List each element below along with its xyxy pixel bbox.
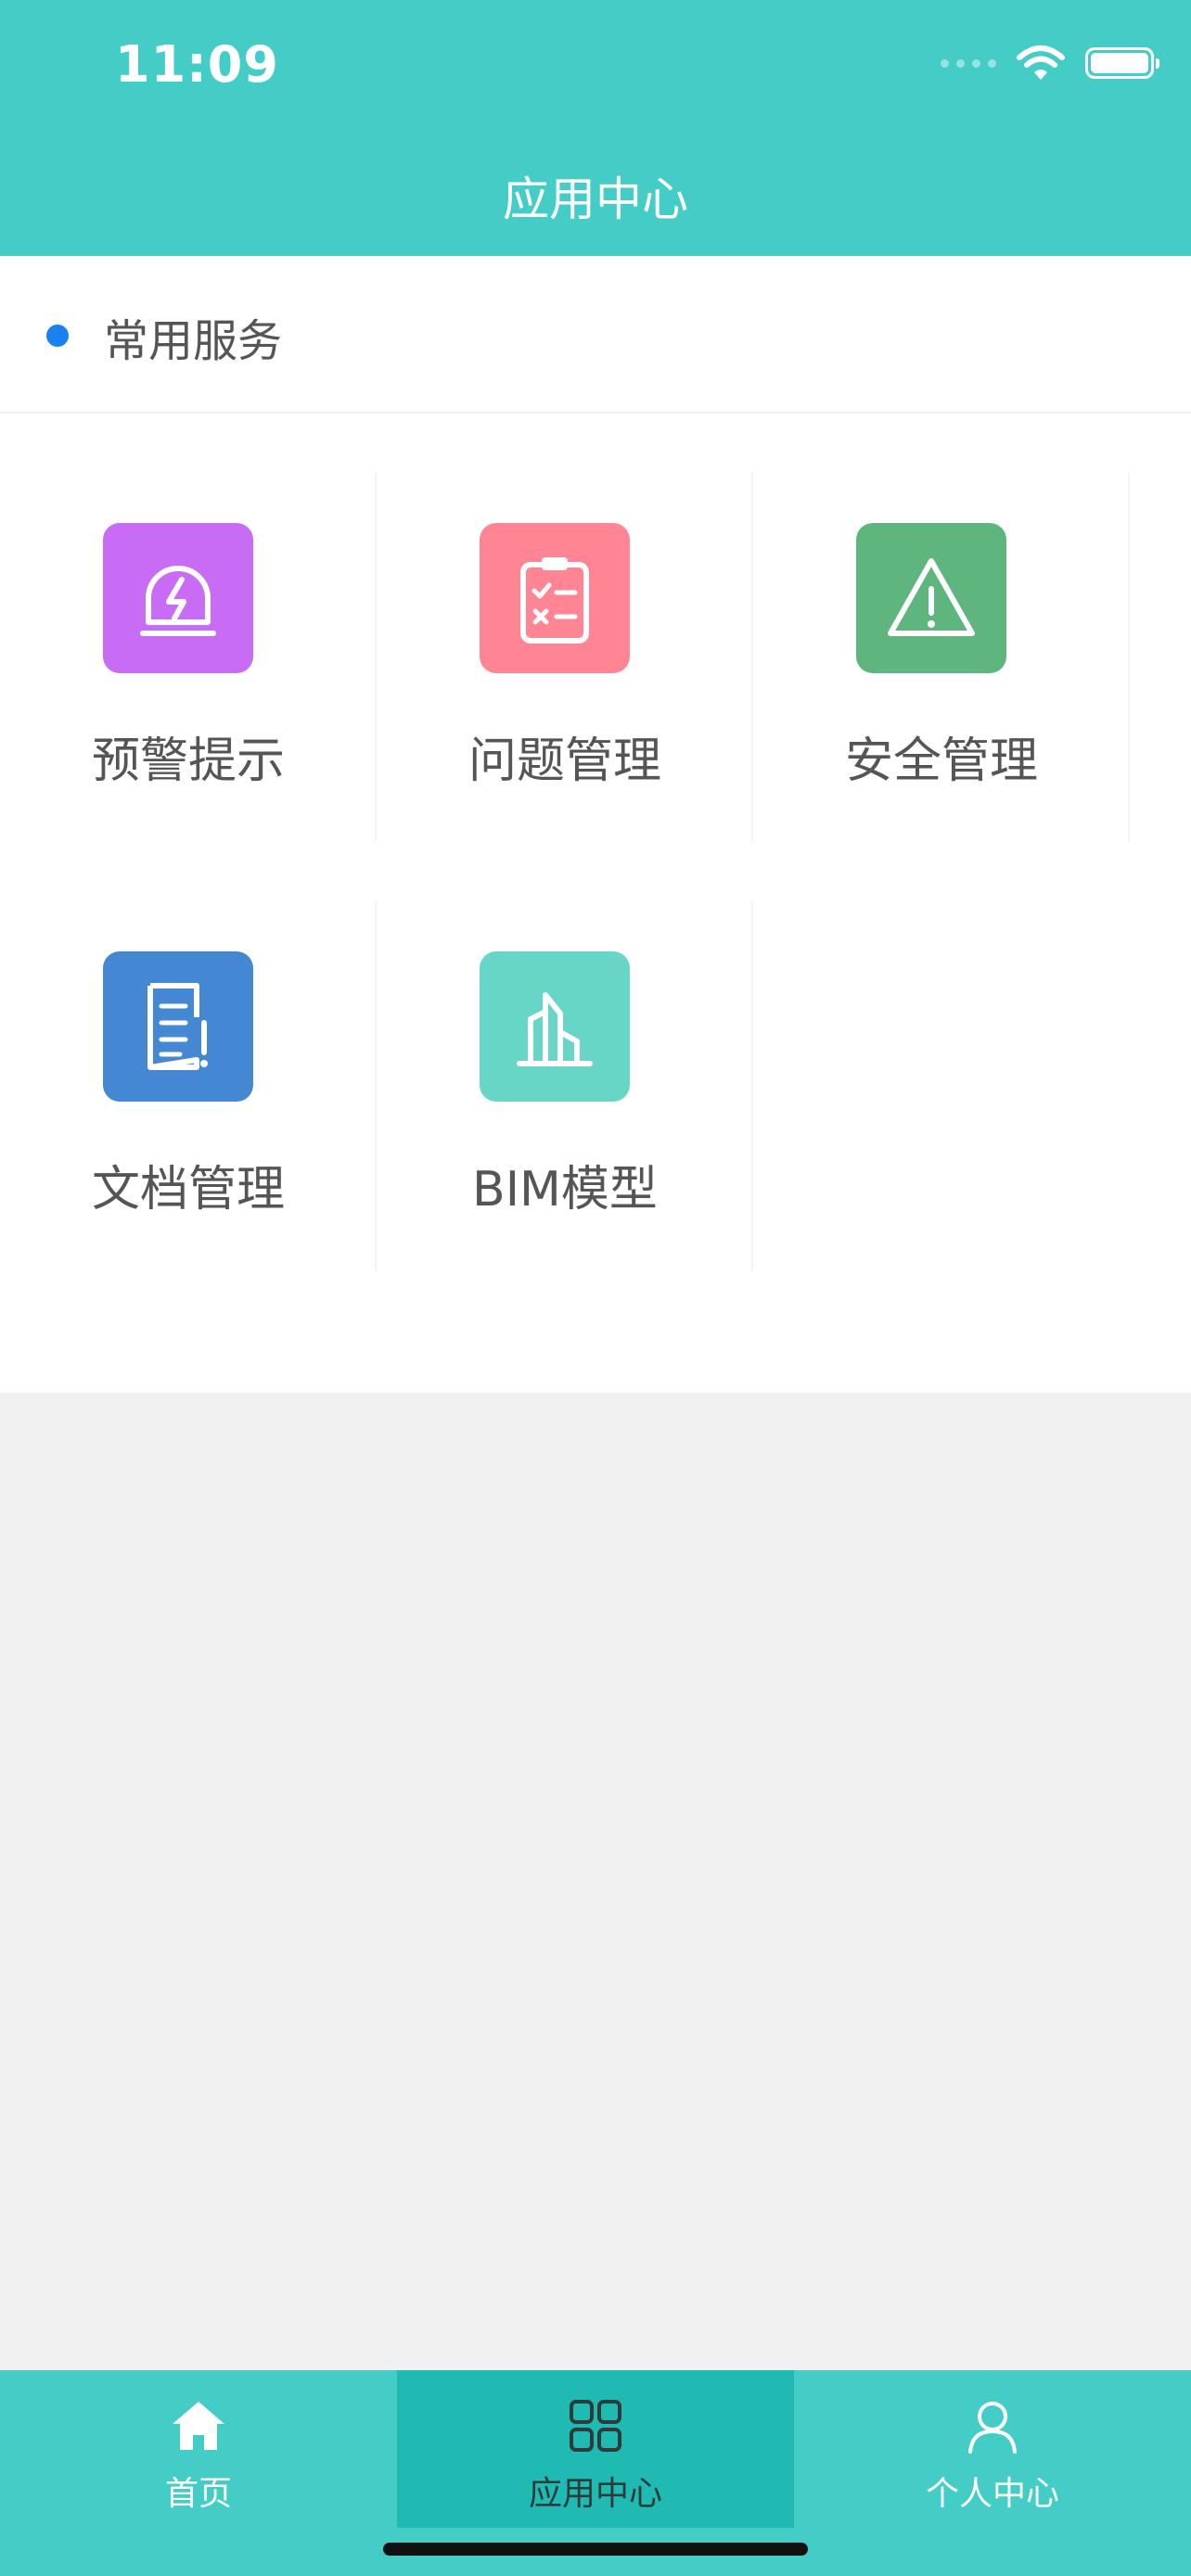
battery-icon [1085, 47, 1159, 79]
status-time: 11:09 [115, 35, 279, 94]
app-label: 问题管理 [467, 733, 661, 789]
app-tile-bim[interactable]: BIM模型 [377, 901, 753, 1270]
tab-label: 个人中心 [925, 2475, 1059, 2513]
home-indicator [383, 2543, 808, 2556]
status-icons [941, 45, 1159, 82]
app-label: BIM模型 [472, 1162, 658, 1218]
triangle-alert-icon [856, 523, 1006, 673]
section-header: 常用服务 [0, 256, 1191, 414]
tab-profile[interactable]: 个人中心 [794, 2370, 1191, 2528]
wifi-icon [1017, 45, 1065, 80]
tab-label: 应用中心 [528, 2475, 662, 2513]
section-title: 常用服务 [104, 315, 283, 367]
tab-label: 首页 [164, 2475, 232, 2513]
signal-icon [941, 58, 996, 68]
app-tile-documents[interactable]: 文档管理 [0, 901, 377, 1270]
app-tile-issues[interactable]: 问题管理 [377, 473, 753, 842]
page-title: 应用中心 [503, 172, 688, 226]
app-grid: 预警提示 问题管理 安全管理 文档管理 BIM模型 [0, 414, 1191, 1393]
section-bullet [46, 325, 69, 347]
building-icon [480, 951, 630, 1102]
app-tile-safety[interactable]: 安全管理 [753, 473, 1130, 842]
clipboard-checklist-icon [480, 523, 630, 673]
app-label: 预警提示 [91, 733, 285, 789]
home-icon [0, 2398, 397, 2454]
tab-app-center[interactable]: 应用中心 [397, 2370, 794, 2528]
warning-bell-icon [103, 523, 253, 673]
header: 11:09 应用中心 [0, 0, 1191, 256]
app-tile-warning[interactable]: 预警提示 [0, 473, 377, 842]
user-icon [794, 2398, 1191, 2454]
app-label: 安全管理 [844, 733, 1038, 789]
app-label: 文档管理 [91, 1162, 285, 1218]
tab-home[interactable]: 首页 [0, 2370, 397, 2528]
grid-apps-icon [397, 2398, 794, 2454]
document-alert-icon [103, 951, 253, 1102]
